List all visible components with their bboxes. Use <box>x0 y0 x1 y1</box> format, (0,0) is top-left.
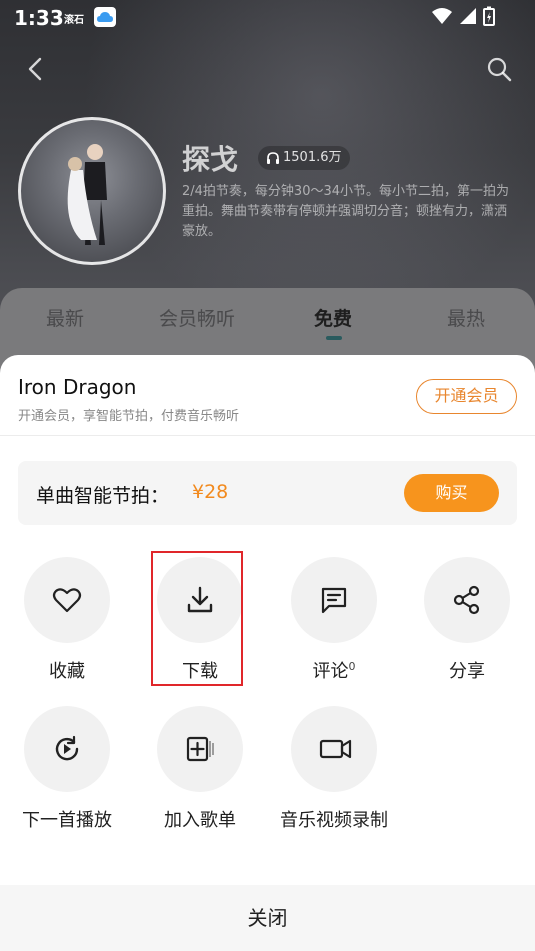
buy-button[interactable]: 购买 <box>404 474 499 512</box>
tab-indicator <box>326 336 342 340</box>
wifi-icon <box>432 8 452 24</box>
headphones-icon <box>267 152 279 164</box>
play-count-badge: 1501.6万 <box>258 146 350 170</box>
comment-label: 评论0 <box>274 657 394 683</box>
share-icon <box>453 585 480 615</box>
tab-free[interactable]: 免费 <box>314 304 352 331</box>
song-name: Iron Dragon <box>18 375 137 399</box>
add-playlist-icon <box>186 736 214 762</box>
status-icons <box>431 6 495 26</box>
video-record-button[interactable] <box>291 706 377 792</box>
status-app-badge: 滚石 <box>64 15 84 26</box>
favorite-button[interactable] <box>24 557 110 643</box>
add-playlist-button[interactable] <box>157 706 243 792</box>
heart-icon <box>52 588 82 613</box>
open-vip-button[interactable]: 开通会员 <box>416 379 517 414</box>
video-record-icon <box>319 739 352 759</box>
signal-icon <box>460 8 476 24</box>
favorite-label: 收藏 <box>49 661 85 682</box>
tab-hot[interactable]: 最热 <box>447 304 485 331</box>
comment-icon <box>321 587 347 614</box>
close-button[interactable]: 关闭 <box>0 885 535 951</box>
comment-action[interactable]: 评论0 <box>274 557 394 683</box>
buy-label: 单曲智能节拍： <box>36 485 170 507</box>
album-cover <box>18 117 166 265</box>
back-icon[interactable] <box>22 55 50 83</box>
video-record-action[interactable]: 音乐视频录制 <box>274 706 394 832</box>
play-next-action[interactable]: 下一首播放 <box>7 706 127 832</box>
cloud-icon <box>94 7 116 27</box>
play-count: 1501.6万 <box>283 150 342 165</box>
buy-card: 单曲智能节拍： ¥28 购买 <box>18 461 517 525</box>
play-next-icon <box>55 735 79 761</box>
share-button[interactable] <box>424 557 510 643</box>
add-playlist-label: 加入歌单 <box>164 810 236 831</box>
video-record-label: 音乐视频录制 <box>280 810 388 831</box>
buy-price: ¥28 <box>192 481 229 503</box>
play-next-label: 下一首播放 <box>22 810 112 831</box>
divider <box>0 435 535 436</box>
comment-button[interactable] <box>291 557 377 643</box>
description: 2/4拍节奏，每分钟30〜34小节。每小节二拍，第一拍为重拍。舞曲节奏带有停顿并… <box>182 184 510 239</box>
share-action[interactable]: 分享 <box>407 557 527 683</box>
tab-member[interactable]: 会员畅听 <box>159 304 235 331</box>
comment-count: 0 <box>348 660 356 673</box>
status-bar: 1:33 滚石 <box>0 0 535 36</box>
status-time: 1:33 <box>14 6 64 30</box>
play-next-button[interactable] <box>24 706 110 792</box>
search-icon[interactable] <box>485 55 513 83</box>
action-sheet: Iron Dragon 开通会员，享智能节拍，付费音乐畅听 开通会员 单曲智能节… <box>0 355 535 951</box>
dancers-image <box>67 144 107 245</box>
tab-latest[interactable]: 最新 <box>46 304 84 331</box>
favorite-action[interactable]: 收藏 <box>7 557 127 683</box>
download-highlight-box <box>151 551 243 686</box>
battery-icon <box>483 6 495 26</box>
comment-label-text: 评论 <box>312 661 349 682</box>
song-subtitle: 开通会员，享智能节拍，付费音乐畅听 <box>18 409 240 424</box>
page-title: 探戈 <box>182 143 239 176</box>
share-label: 分享 <box>449 661 485 682</box>
add-playlist-action[interactable]: 加入歌单 <box>140 706 260 832</box>
screen: 1:33 滚石 探戈 1501.6万 2/4拍节奏，每分钟30〜34小节。每小节… <box>0 0 535 951</box>
